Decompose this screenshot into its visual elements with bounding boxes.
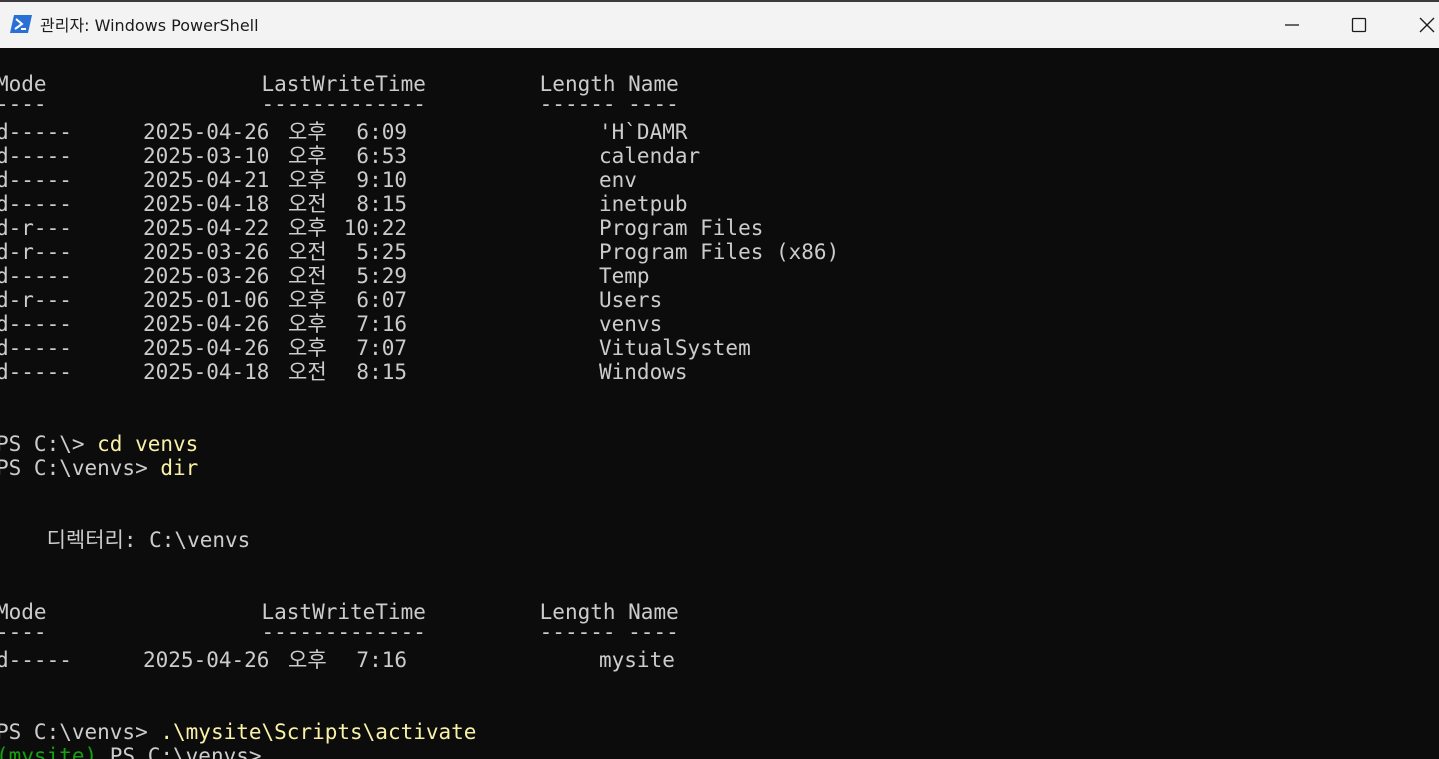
- row-ampm: 오후: [288, 216, 327, 240]
- row-date: 2025-03-10: [143, 144, 270, 168]
- row-ampm: 오전: [288, 360, 327, 384]
- row-name: calendar: [599, 144, 701, 168]
- row-date: 2025-03-26: [143, 264, 270, 288]
- directory-label: 디렉터리: C:\venvs: [0, 528, 251, 552]
- row-mode: d-----: [0, 168, 72, 192]
- listing-row: d-r--- 2025-04-22 오후 10:22 Program Files: [0, 216, 996, 240]
- venv-prefix: (mysite): [0, 744, 110, 759]
- row-date: 2025-04-26: [143, 312, 270, 336]
- listing-row: d----- 2025-03-26 오전 5:29 Temp: [0, 264, 996, 288]
- row-mode: d-----: [0, 120, 72, 144]
- minimize-icon: [1285, 24, 1299, 26]
- command-text: .\mysite\Scripts\activate: [160, 720, 477, 744]
- prompt: PS C:\venvs>: [0, 456, 161, 480]
- row-ampm: 오후: [288, 120, 327, 144]
- prompt-line: PS C:\> cd venvs: [0, 432, 198, 456]
- row-name: VitualSystem: [599, 336, 751, 360]
- command-text: dir: [160, 456, 199, 480]
- row-date: 2025-04-21: [143, 168, 270, 192]
- prompt-line: (mysite) PS C:\venvs>: [0, 744, 274, 759]
- listing-row: d----- 2025-04-26 오후 7:07 VitualSystem: [0, 336, 996, 360]
- row-ampm: 오전: [288, 192, 327, 216]
- prompt: PS C:\venvs>: [0, 720, 161, 744]
- listing-underline: ---- ------------- ------ ----: [0, 92, 679, 116]
- row-time: 6:53: [356, 144, 407, 168]
- listing-underline: ---- ------------- ------ ----: [0, 620, 679, 644]
- row-name: Temp: [599, 264, 650, 288]
- listing-row: d----- 2025-04-18 오전 8:15 Windows: [0, 360, 996, 384]
- title-bar[interactable]: 관리자: Windows PowerShell: [0, 0, 1439, 48]
- row-mode: d-----: [0, 192, 72, 216]
- row-mode: d-r---: [0, 288, 72, 312]
- row-time: 9:10: [356, 168, 407, 192]
- row-ampm: 오전: [288, 240, 327, 264]
- row-ampm: 오후: [288, 288, 327, 312]
- row-time: 7:07: [356, 336, 407, 360]
- powershell-window: 관리자: Windows PowerShell Mode LastWriteTi…: [0, 0, 1439, 759]
- prompt-line: PS C:\venvs> dir: [0, 456, 198, 480]
- row-mode: d-----: [0, 648, 72, 672]
- command-text: cd venvs: [97, 432, 199, 456]
- prompt: PS C:\>: [0, 432, 98, 456]
- prompt-line: PS C:\venvs> .\mysite\Scripts\activate: [0, 720, 476, 744]
- row-mode: d-----: [0, 264, 72, 288]
- row-date: 2025-03-26: [143, 240, 270, 264]
- close-icon: [1419, 17, 1435, 33]
- row-ampm: 오후: [288, 168, 327, 192]
- row-name: Windows: [599, 360, 688, 384]
- row-date: 2025-04-26: [143, 120, 270, 144]
- row-name: inetpub: [599, 192, 688, 216]
- row-time: 6:07: [356, 288, 407, 312]
- row-date: 2025-04-22: [143, 216, 270, 240]
- row-time: 8:15: [356, 192, 407, 216]
- row-name: mysite: [599, 648, 675, 672]
- row-date: 2025-04-18: [143, 360, 270, 384]
- row-time: 7:16: [356, 312, 407, 336]
- row-mode: d-r---: [0, 240, 72, 264]
- listing-row: d----- 2025-03-10 오후 6:53 calendar: [0, 144, 996, 168]
- row-name: Program Files: [599, 216, 764, 240]
- prompt: PS C:\venvs>: [109, 744, 275, 759]
- row-date: 2025-04-26: [143, 648, 270, 672]
- row-time: 5:25: [356, 240, 407, 264]
- listing-row: d-r--- 2025-01-06 오후 6:07 Users: [0, 288, 996, 312]
- row-name: venvs: [599, 312, 663, 336]
- row-mode: d-----: [0, 360, 72, 384]
- row-time: 6:09: [356, 120, 407, 144]
- row-mode: d-----: [0, 144, 72, 168]
- listing-row: d-r--- 2025-03-26 오전 5:25 Program Files (x86…: [0, 240, 996, 264]
- row-date: 2025-04-26: [143, 336, 270, 360]
- terminal-output[interactable]: Mode LastWriteTime Length Name ---- ----…: [0, 48, 1439, 759]
- row-time: 8:15: [356, 360, 407, 384]
- row-name: Program Files (x86): [599, 240, 840, 264]
- row-time: 7:16: [356, 648, 407, 672]
- row-date: 2025-01-06: [143, 288, 270, 312]
- listing-row: d----- 2025-04-26 오후 6:09 'H`DAMR: [0, 120, 996, 144]
- row-ampm: 오후: [288, 648, 327, 672]
- row-ampm: 오후: [288, 312, 327, 336]
- row-ampm: 오후: [288, 144, 327, 168]
- listing-row: d----- 2025-04-26 오후 7:16 mysite: [0, 648, 996, 672]
- powershell-icon: [10, 15, 32, 33]
- close-button[interactable]: [1393, 2, 1439, 48]
- row-mode: d-----: [0, 312, 72, 336]
- listing-row: d----- 2025-04-26 오후 7:16 venvs: [0, 312, 996, 336]
- window-title: 관리자: Windows PowerShell: [40, 16, 259, 35]
- minimize-button[interactable]: [1257, 2, 1327, 48]
- maximize-button[interactable]: [1324, 2, 1394, 48]
- row-time: 10:22: [343, 216, 407, 240]
- listing-row: d----- 2025-04-21 오후 9:10 env: [0, 168, 996, 192]
- listing-row: d----- 2025-04-18 오전 8:15 inetpub: [0, 192, 996, 216]
- row-time: 5:29: [356, 264, 407, 288]
- row-date: 2025-04-18: [143, 192, 270, 216]
- row-ampm: 오전: [288, 264, 327, 288]
- row-mode: d-----: [0, 336, 72, 360]
- row-mode: d-r---: [0, 216, 72, 240]
- maximize-icon: [1351, 17, 1367, 33]
- row-name: Users: [599, 288, 663, 312]
- row-ampm: 오후: [288, 336, 327, 360]
- row-name: 'H`DAMR: [599, 120, 688, 144]
- row-name: env: [599, 168, 637, 192]
